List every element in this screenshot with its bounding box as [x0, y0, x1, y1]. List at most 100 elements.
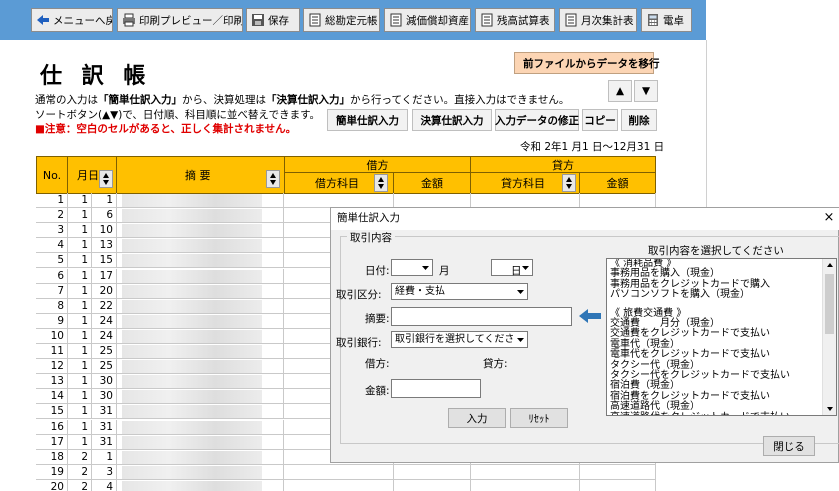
sort-description-button[interactable]	[266, 170, 280, 188]
row-no[interactable]: 5	[36, 253, 68, 269]
row-description[interactable]	[116, 253, 284, 269]
row-no[interactable]: 1	[36, 193, 68, 208]
row-day[interactable]: 31	[92, 419, 117, 435]
row-no[interactable]: 8	[36, 298, 68, 314]
row-month[interactable]: 2	[67, 464, 92, 480]
table-row[interactable]: 19 2 3	[36, 464, 656, 480]
row-month[interactable]: 1	[67, 298, 92, 314]
row-day[interactable]: 6	[92, 208, 117, 224]
depreciation-button[interactable]: 減価償却資産	[384, 8, 471, 32]
row-month[interactable]: 1	[67, 253, 92, 269]
bank-select[interactable]: 取引銀行を選択してください	[391, 331, 528, 348]
row-day[interactable]: 24	[92, 328, 117, 344]
row-no[interactable]: 6	[36, 268, 68, 284]
row-day[interactable]: 1	[92, 193, 117, 208]
delete-button[interactable]: 削除	[621, 109, 657, 131]
row-description[interactable]	[116, 268, 284, 284]
list-scrollbar[interactable]	[822, 259, 836, 415]
row-credit-amount[interactable]	[579, 464, 656, 480]
row-no[interactable]: 9	[36, 313, 68, 329]
row-no[interactable]: 15	[36, 404, 68, 420]
row-no[interactable]: 2	[36, 208, 68, 224]
row-month[interactable]: 1	[67, 223, 92, 239]
row-no[interactable]: 12	[36, 359, 68, 375]
row-credit-account[interactable]	[470, 464, 580, 480]
description-input[interactable]	[391, 307, 572, 326]
row-no[interactable]: 20	[36, 479, 68, 491]
row-day[interactable]: 25	[92, 359, 117, 375]
table-row[interactable]: 20 2 4	[36, 479, 656, 491]
scroll-up-icon[interactable]	[823, 259, 837, 271]
row-description[interactable]	[116, 298, 284, 314]
row-no[interactable]: 7	[36, 283, 68, 299]
simple-entry-button[interactable]: 簡単仕訳入力	[327, 109, 408, 131]
row-month[interactable]: 2	[67, 449, 92, 465]
amount-input[interactable]	[391, 379, 481, 398]
row-day[interactable]: 25	[92, 344, 117, 359]
row-no[interactable]: 11	[36, 344, 68, 359]
row-description[interactable]	[116, 238, 284, 254]
row-month[interactable]: 1	[67, 283, 92, 299]
calculator-button[interactable]: 電卓	[641, 8, 692, 32]
row-debit-amount[interactable]	[393, 464, 471, 480]
row-debit-amount[interactable]	[393, 479, 471, 491]
sort-debit-account-button[interactable]	[374, 174, 388, 192]
row-description[interactable]	[116, 419, 284, 435]
row-description[interactable]	[116, 223, 284, 239]
row-month[interactable]: 1	[67, 389, 92, 405]
row-no[interactable]: 13	[36, 374, 68, 390]
row-month[interactable]: 1	[67, 344, 92, 359]
copy-button[interactable]: コピー	[582, 109, 618, 131]
row-no[interactable]: 10	[36, 328, 68, 344]
row-day[interactable]: 30	[92, 374, 117, 390]
scroll-down-icon[interactable]	[823, 403, 837, 415]
row-no[interactable]: 14	[36, 389, 68, 405]
general-ledger-button[interactable]: 総勘定元帳	[303, 8, 380, 32]
row-no[interactable]: 16	[36, 419, 68, 435]
monthly-summary-button[interactable]: 月次集計表	[559, 8, 637, 32]
row-month[interactable]: 2	[67, 479, 92, 491]
save-button[interactable]: 保存	[246, 8, 300, 32]
row-no[interactable]: 3	[36, 223, 68, 239]
row-description[interactable]	[116, 404, 284, 420]
row-day[interactable]: 31	[92, 404, 117, 420]
row-debit-account[interactable]	[284, 464, 394, 480]
row-no[interactable]: 4	[36, 238, 68, 254]
row-day[interactable]: 15	[92, 253, 117, 269]
row-month[interactable]: 1	[67, 374, 92, 390]
row-day[interactable]: 1	[92, 449, 117, 465]
row-description[interactable]	[116, 328, 284, 344]
row-month[interactable]: 1	[67, 359, 92, 375]
row-no[interactable]: 19	[36, 464, 68, 480]
row-day[interactable]: 10	[92, 223, 117, 239]
menu-back-button[interactable]: メニューへ戻る	[31, 8, 113, 32]
table-row[interactable]: 111	[36, 193, 656, 208]
row-description[interactable]	[116, 344, 284, 359]
row-description[interactable]	[116, 464, 284, 480]
sort-down-button[interactable]: ▼	[634, 80, 658, 102]
row-day[interactable]: 20	[92, 283, 117, 299]
enter-button[interactable]: 入力	[448, 408, 506, 428]
transaction-listbox[interactable]: 《 消耗品費 》事務用品を購入（現金） 事務用品をクレジットカードで購入 パソコンソ…	[606, 258, 837, 416]
row-description[interactable]	[116, 283, 284, 299]
row-month[interactable]: 1	[67, 328, 92, 344]
closing-entry-button[interactable]: 決算仕訳入力	[412, 109, 492, 131]
print-preview-button[interactable]: 印刷プレビュー／印刷	[117, 8, 243, 32]
row-credit-account[interactable]	[470, 193, 580, 208]
row-month[interactable]: 1	[67, 238, 92, 254]
row-credit-account[interactable]	[470, 479, 580, 491]
row-description[interactable]	[116, 313, 284, 329]
row-day[interactable]: 31	[92, 434, 117, 450]
list-item[interactable]: パソコンソフトを購入（現金）	[607, 289, 836, 300]
row-day[interactable]: 30	[92, 389, 117, 405]
dialog-close-button[interactable]: 閉じる	[763, 436, 815, 456]
sort-credit-account-button[interactable]	[562, 174, 576, 192]
row-day[interactable]: 22	[92, 298, 117, 314]
trial-balance-button[interactable]: 残高試算表	[475, 8, 555, 32]
row-month[interactable]: 1	[67, 313, 92, 329]
row-description[interactable]	[116, 208, 284, 224]
row-month[interactable]: 1	[67, 268, 92, 284]
scrollbar-thumb[interactable]	[825, 274, 834, 334]
sort-date-button[interactable]	[99, 170, 113, 188]
row-description[interactable]	[116, 193, 284, 208]
